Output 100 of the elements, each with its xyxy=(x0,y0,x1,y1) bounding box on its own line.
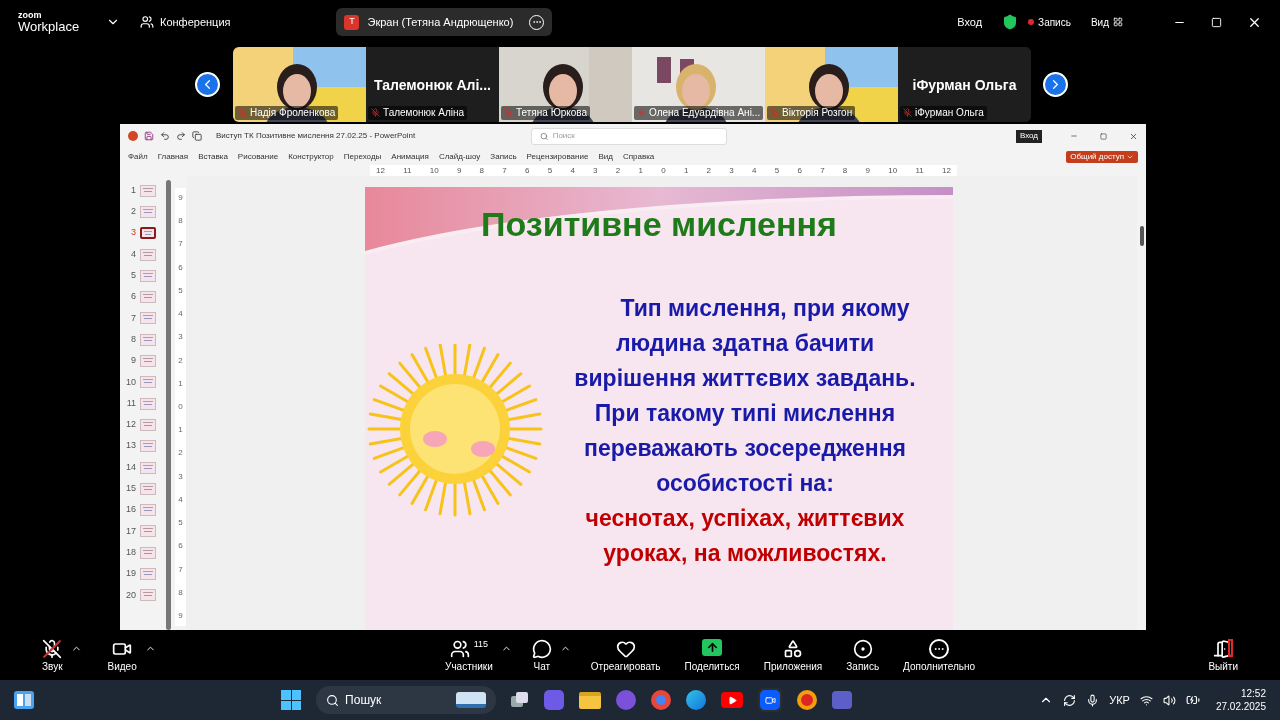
menu-tab[interactable]: Справка xyxy=(622,150,655,163)
participant-tile[interactable]: Тетяна Юркова xyxy=(499,46,632,122)
slide-number: 10 xyxy=(125,375,136,389)
screen-share-pill[interactable]: T Экран (Тетяна Андрющенко) xyxy=(336,8,553,36)
slide-thumbnail[interactable] xyxy=(140,568,156,580)
save-icon[interactable] xyxy=(144,131,154,141)
slide-thumbnail[interactable] xyxy=(140,248,156,261)
undo-icon[interactable] xyxy=(160,131,170,141)
toolbar-button[interactable]: Чат xyxy=(527,638,556,672)
participant-tile[interactable]: Олена Едуардівна Ані... xyxy=(632,46,765,122)
folder-icon[interactable] xyxy=(579,691,602,709)
view-button[interactable]: Вид xyxy=(1090,14,1123,30)
slide-thumbnail[interactable] xyxy=(140,482,156,495)
battery-icon[interactable] xyxy=(1185,693,1200,707)
slide-thumbnail[interactable] xyxy=(140,333,156,346)
slide-number: 11 xyxy=(125,396,136,410)
sync-icon[interactable] xyxy=(1063,693,1077,707)
menu-tab[interactable]: Вид xyxy=(598,150,613,163)
windows-logo-icon[interactable] xyxy=(281,690,302,710)
more-icon xyxy=(929,638,950,659)
clock-time[interactable]: 12:52 xyxy=(1240,687,1266,700)
menu-tab[interactable]: Рисование xyxy=(237,150,279,163)
video-camera-icon[interactable] xyxy=(758,688,783,712)
search-input[interactable]: Пошук xyxy=(345,691,426,709)
scrollbar[interactable] xyxy=(166,180,171,630)
volume-icon[interactable] xyxy=(1162,693,1176,707)
menu-tab[interactable]: Слайд-шоу xyxy=(438,150,481,163)
participant-name: Вікторія Розгон xyxy=(782,106,853,120)
menu-tab[interactable]: Главная xyxy=(157,150,189,163)
microphone-icon[interactable] xyxy=(1086,693,1100,707)
slide-thumbnail[interactable] xyxy=(140,440,156,453)
slide-thumbnail[interactable] xyxy=(140,376,156,389)
chat-icon xyxy=(531,638,552,659)
slide-number: 17 xyxy=(125,524,136,538)
avatar-initial: T xyxy=(344,14,360,30)
slide-title: Позитивне мислення xyxy=(480,207,838,241)
menu-tab[interactable]: Конструктор xyxy=(288,150,334,163)
ruler-number: 1 xyxy=(638,165,643,176)
next-page-button[interactable] xyxy=(1043,71,1068,97)
slide-thumbnail[interactable] xyxy=(140,525,156,538)
slide-thumbnail[interactable] xyxy=(140,205,156,218)
slide-thumbnail[interactable] xyxy=(140,291,156,304)
menu-tab[interactable]: Вставка xyxy=(198,150,228,163)
menu-tab[interactable]: Рецензирование xyxy=(526,150,589,163)
task-view-icon[interactable] xyxy=(511,692,530,708)
slide-thumbnail[interactable] xyxy=(140,397,156,410)
play-icon[interactable] xyxy=(721,692,744,708)
slide-thumbnail[interactable] xyxy=(140,355,156,367)
clock-date[interactable]: 27.02.2025 xyxy=(1215,700,1266,713)
slide-number: 18 xyxy=(125,545,136,559)
menu-tab[interactable]: Анимация xyxy=(391,150,429,163)
participant-tile[interactable]: Вікторія Розгон xyxy=(765,46,898,122)
participant-tile[interactable]: іФурман Ольга іФурман Ольга xyxy=(898,46,1031,122)
share-button[interactable]: Общий доступ xyxy=(1066,150,1138,163)
search-input[interactable]: Поиск xyxy=(552,130,719,142)
participant-tile[interactable]: Надія Фроленкова xyxy=(233,46,366,122)
slide-thumbnail[interactable] xyxy=(140,312,156,325)
menu-tab[interactable]: Запись xyxy=(490,150,517,163)
sign-in-button[interactable]: Вход xyxy=(1015,129,1042,143)
toolbar-button[interactable]: Отреагировать xyxy=(586,638,665,672)
toolbar-button[interactable]: Выйти xyxy=(1204,638,1242,672)
toolbar-button[interactable]: Видео xyxy=(103,638,141,672)
toolbar-button[interactable]: Приложения xyxy=(759,638,827,672)
slide-thumbnail[interactable] xyxy=(140,418,156,431)
toolbar-button[interactable]: Звук xyxy=(38,638,67,672)
slide-thumbnail[interactable] xyxy=(140,461,156,474)
toolbar-button[interactable]: Запись xyxy=(842,638,884,672)
wifi-icon[interactable] xyxy=(1139,693,1153,707)
slide-thumbnail[interactable] xyxy=(140,546,156,559)
slide-number: 13 xyxy=(125,439,136,453)
ruler-number: 10 xyxy=(888,165,898,176)
search-field[interactable]: Поиск xyxy=(531,127,728,145)
slide-text-line: уроках, на можливостях. xyxy=(603,539,887,568)
toolbar-button[interactable]: 115 Участники xyxy=(441,638,497,672)
ruler-number: 6 xyxy=(797,165,802,176)
slide-thumbnail[interactable] xyxy=(140,589,156,602)
sign-in-button[interactable]: Вход xyxy=(957,13,983,31)
slide-number: 12 xyxy=(125,418,136,432)
slide-thumbnail[interactable] xyxy=(140,269,156,282)
participants-icon xyxy=(449,638,470,659)
redo-icon[interactable] xyxy=(176,131,186,141)
previous-page-button[interactable] xyxy=(195,71,220,97)
toolbar-button[interactable]: Поделиться xyxy=(680,638,744,672)
participant-count: 115 xyxy=(473,639,489,649)
recording-indicator[interactable]: Запись xyxy=(1028,14,1071,30)
slide-thumbnail[interactable] xyxy=(140,184,156,197)
language-indicator[interactable]: УКР xyxy=(1109,691,1130,709)
meeting-button[interactable]: Конференция xyxy=(140,13,231,31)
toolbar-button[interactable]: Дополнительно xyxy=(899,638,980,672)
slide-text-line: людина здатна бачити xyxy=(615,329,875,358)
slide-thumbnail[interactable] xyxy=(140,227,156,240)
widgets-icon[interactable] xyxy=(14,691,34,709)
slide-thumbnail[interactable] xyxy=(140,504,156,517)
slide-text-line: чеснотах, успіхах, життєвих xyxy=(585,504,905,533)
search-field[interactable]: Пошук xyxy=(316,686,497,714)
slide-number: 7 xyxy=(130,311,136,325)
ruler-number: 10 xyxy=(429,165,439,176)
search-icon xyxy=(326,693,340,707)
menu-tab[interactable]: Файл xyxy=(128,150,148,163)
menu-tab[interactable]: Переходы xyxy=(343,150,382,163)
